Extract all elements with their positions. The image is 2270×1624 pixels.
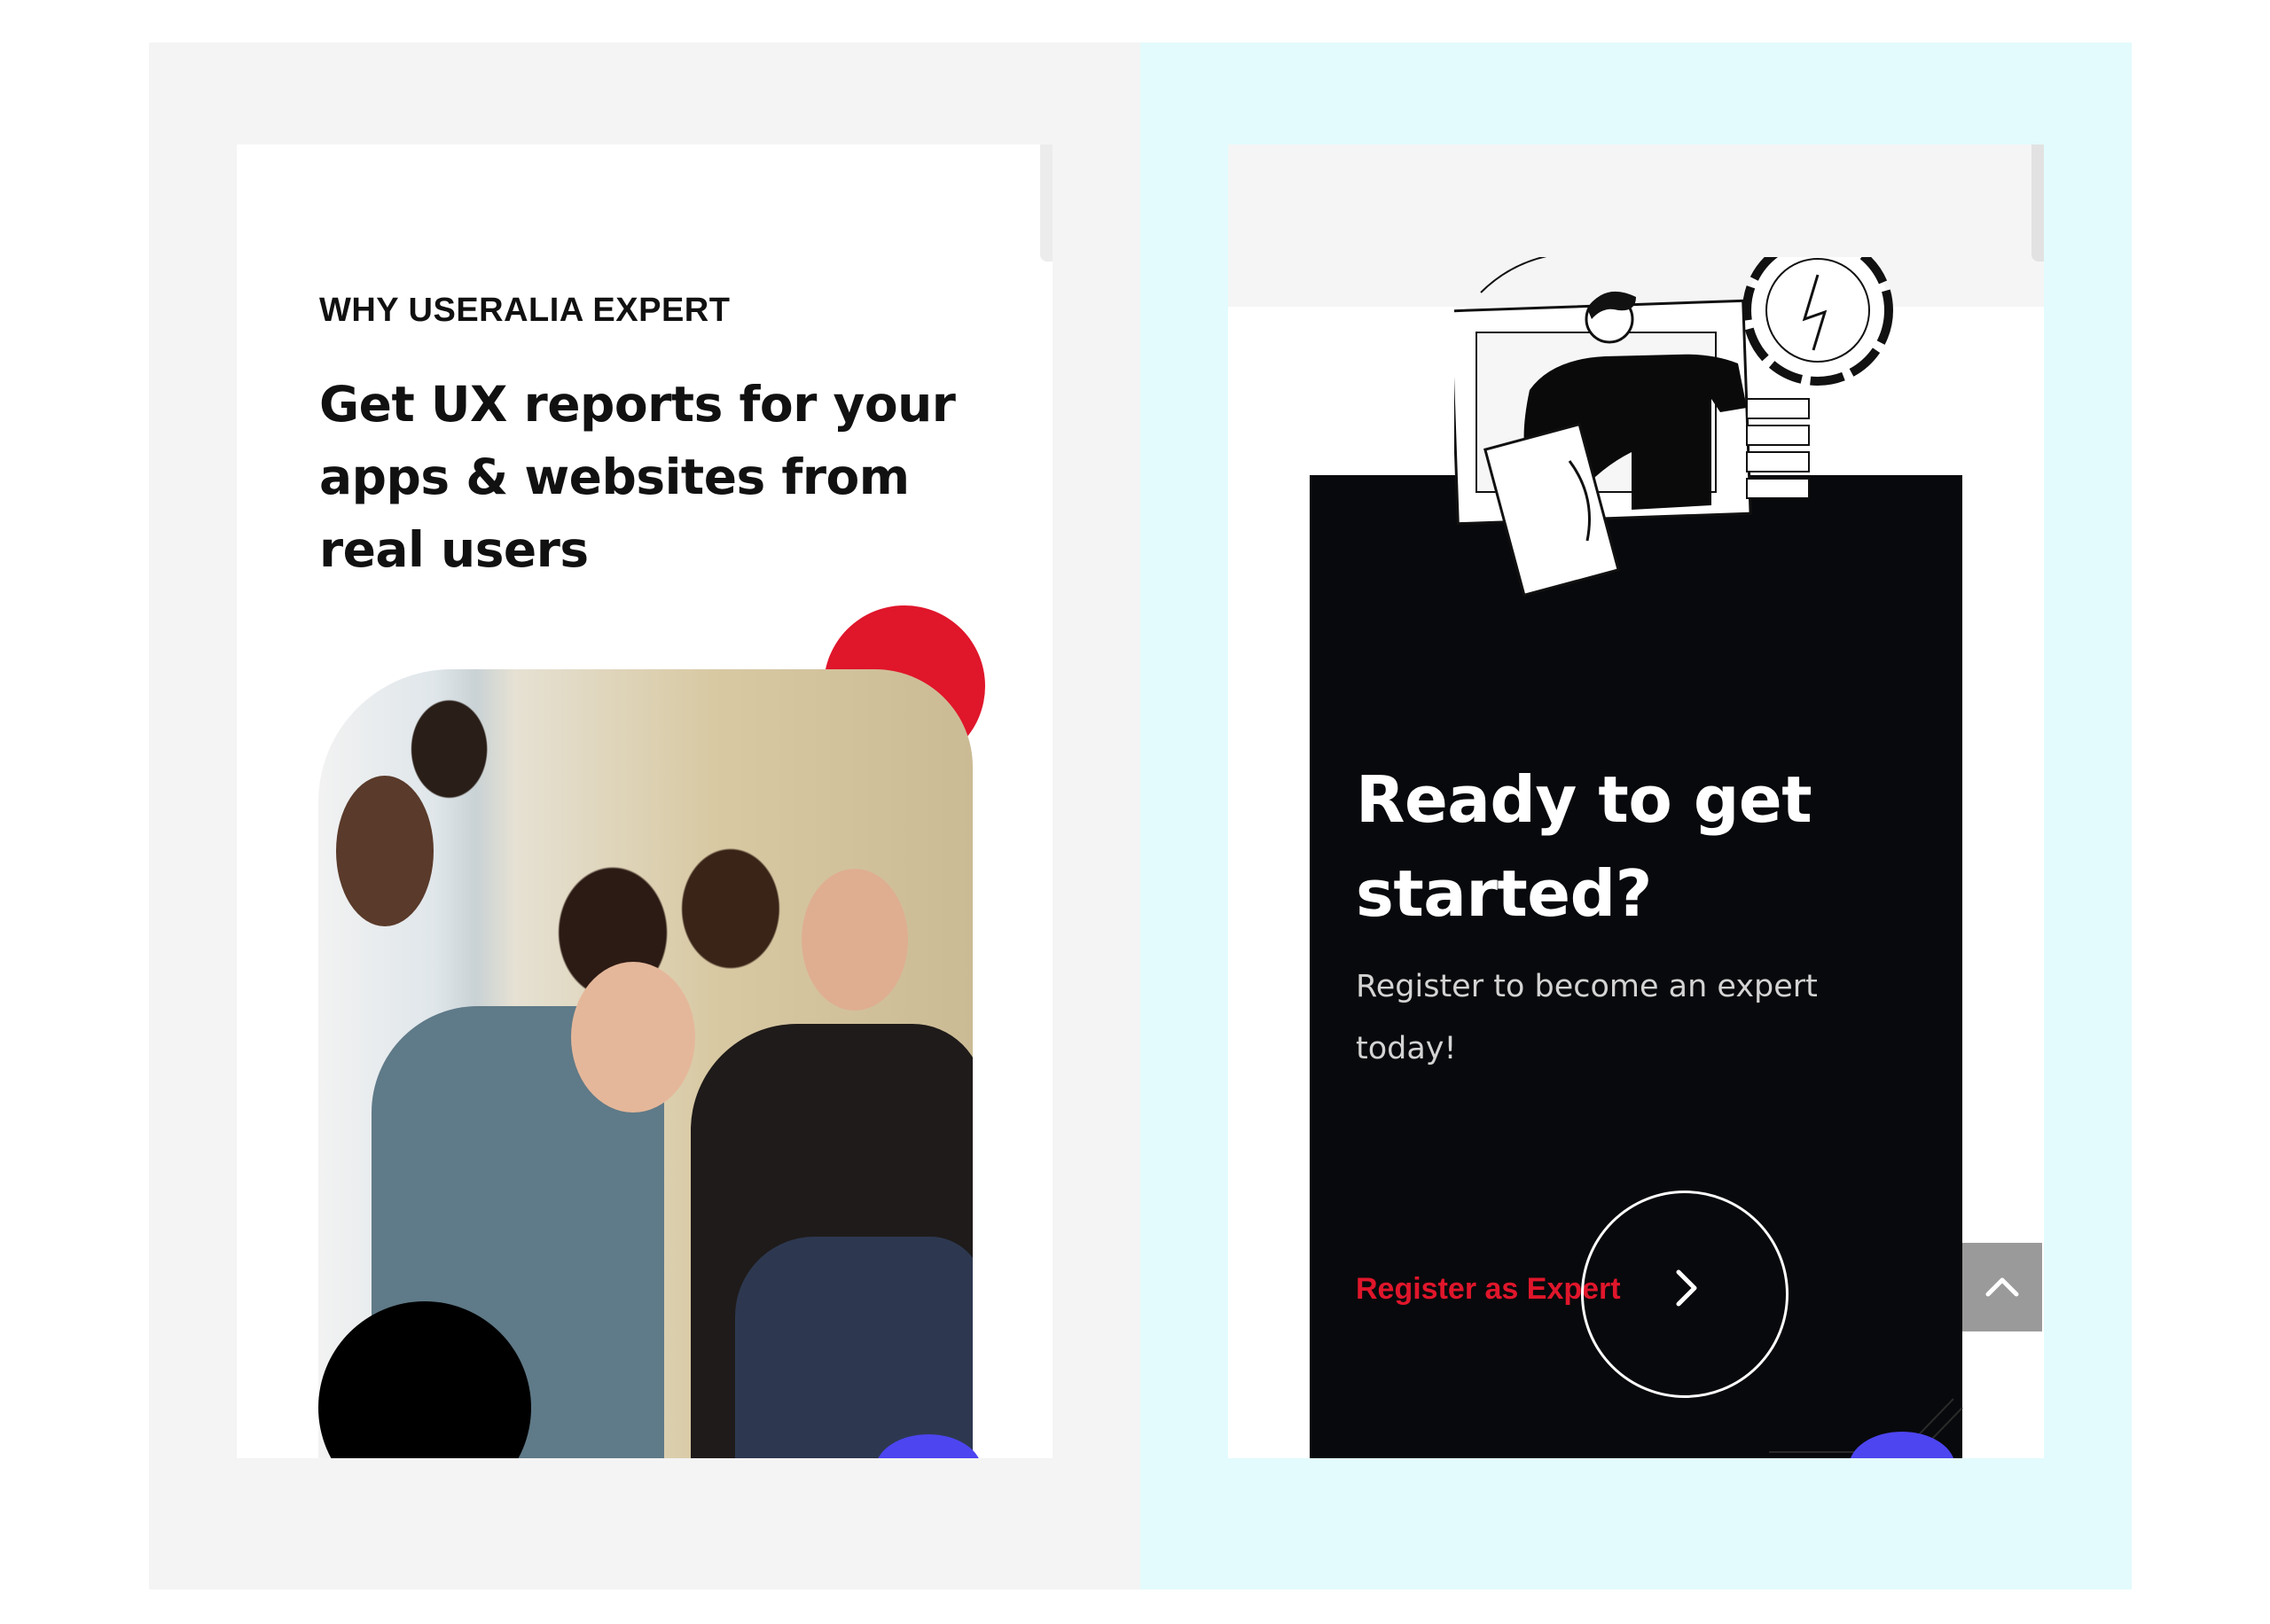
section-headline: Get UX reports for your apps & websites … xyxy=(319,376,956,578)
cta-subtitle: Register to become an expert today! xyxy=(1356,969,1818,1066)
cta-title: Ready to get started? xyxy=(1356,762,1812,931)
photo-face-woman xyxy=(571,962,695,1113)
get-started-screen: Ready to get started? Register to become… xyxy=(1228,144,2044,1458)
chevron-up-icon xyxy=(1985,1277,2019,1297)
section-eyebrow: WHY USERALIA EXPERT xyxy=(319,292,731,329)
register-as-expert-button[interactable]: Register as Expert xyxy=(1356,1191,1817,1398)
photo-person-left xyxy=(336,776,434,926)
photo-person-man xyxy=(735,1237,973,1458)
chevron-right-icon xyxy=(1676,1269,1697,1307)
why-expert-screen: WHY USERALIA EXPERT Get UX reports for y… xyxy=(237,144,1053,1458)
scrollbar[interactable] xyxy=(1040,144,1053,262)
person-with-dashboard-illustration xyxy=(1454,257,1893,597)
back-to-top-button[interactable] xyxy=(1962,1243,2042,1331)
scrollbar[interactable] xyxy=(2031,144,2044,262)
photo-face-older-woman xyxy=(802,869,908,1011)
